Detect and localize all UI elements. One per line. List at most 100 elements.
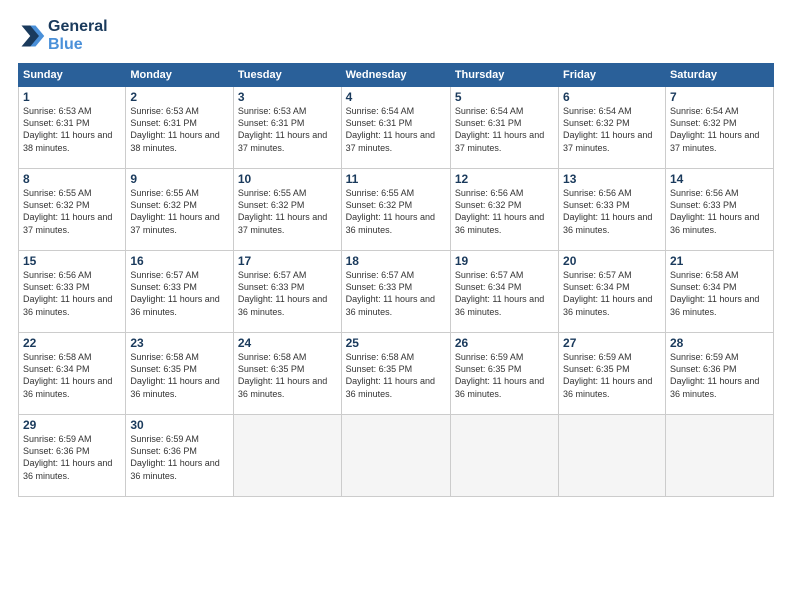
column-header-monday: Monday [126, 64, 234, 87]
day-number: 12 [455, 172, 554, 186]
day-number: 1 [23, 90, 121, 104]
calendar-cell: 12 Sunrise: 6:56 AM Sunset: 6:32 PM Dayl… [450, 169, 558, 251]
calendar-cell [450, 415, 558, 497]
calendar-cell: 11 Sunrise: 6:55 AM Sunset: 6:32 PM Dayl… [341, 169, 450, 251]
logo-icon [18, 22, 46, 50]
day-number: 8 [23, 172, 121, 186]
day-info: Sunrise: 6:54 AM Sunset: 6:31 PM Dayligh… [346, 105, 446, 154]
day-info: Sunrise: 6:55 AM Sunset: 6:32 PM Dayligh… [130, 187, 229, 236]
calendar-cell: 18 Sunrise: 6:57 AM Sunset: 6:33 PM Dayl… [341, 251, 450, 333]
column-header-thursday: Thursday [450, 64, 558, 87]
day-number: 2 [130, 90, 229, 104]
day-number: 21 [670, 254, 769, 268]
calendar-week-5: 29 Sunrise: 6:59 AM Sunset: 6:36 PM Dayl… [19, 415, 774, 497]
day-number: 24 [238, 336, 337, 350]
calendar-cell: 13 Sunrise: 6:56 AM Sunset: 6:33 PM Dayl… [559, 169, 666, 251]
day-info: Sunrise: 6:56 AM Sunset: 6:33 PM Dayligh… [23, 269, 121, 318]
column-header-saturday: Saturday [665, 64, 773, 87]
day-info: Sunrise: 6:56 AM Sunset: 6:33 PM Dayligh… [563, 187, 661, 236]
calendar-table: SundayMondayTuesdayWednesdayThursdayFrid… [18, 63, 774, 497]
day-number: 13 [563, 172, 661, 186]
day-number: 26 [455, 336, 554, 350]
logo: General Blue [18, 18, 108, 53]
day-info: Sunrise: 6:59 AM Sunset: 6:35 PM Dayligh… [563, 351, 661, 400]
logo-blue-text: Blue [48, 36, 108, 54]
day-number: 14 [670, 172, 769, 186]
calendar-cell: 15 Sunrise: 6:56 AM Sunset: 6:33 PM Dayl… [19, 251, 126, 333]
day-info: Sunrise: 6:55 AM Sunset: 6:32 PM Dayligh… [23, 187, 121, 236]
calendar-cell: 23 Sunrise: 6:58 AM Sunset: 6:35 PM Dayl… [126, 333, 234, 415]
day-info: Sunrise: 6:57 AM Sunset: 6:33 PM Dayligh… [238, 269, 337, 318]
day-info: Sunrise: 6:56 AM Sunset: 6:33 PM Dayligh… [670, 187, 769, 236]
calendar-cell: 25 Sunrise: 6:58 AM Sunset: 6:35 PM Dayl… [341, 333, 450, 415]
day-info: Sunrise: 6:53 AM Sunset: 6:31 PM Dayligh… [238, 105, 337, 154]
calendar-cell: 9 Sunrise: 6:55 AM Sunset: 6:32 PM Dayli… [126, 169, 234, 251]
day-info: Sunrise: 6:58 AM Sunset: 6:35 PM Dayligh… [130, 351, 229, 400]
calendar-cell: 20 Sunrise: 6:57 AM Sunset: 6:34 PM Dayl… [559, 251, 666, 333]
calendar-week-3: 15 Sunrise: 6:56 AM Sunset: 6:33 PM Dayl… [19, 251, 774, 333]
calendar-header-row: SundayMondayTuesdayWednesdayThursdayFrid… [19, 64, 774, 87]
day-number: 22 [23, 336, 121, 350]
day-info: Sunrise: 6:53 AM Sunset: 6:31 PM Dayligh… [23, 105, 121, 154]
day-number: 25 [346, 336, 446, 350]
calendar-cell [233, 415, 341, 497]
calendar-cell [665, 415, 773, 497]
day-number: 11 [346, 172, 446, 186]
calendar-cell: 29 Sunrise: 6:59 AM Sunset: 6:36 PM Dayl… [19, 415, 126, 497]
day-number: 7 [670, 90, 769, 104]
day-number: 29 [23, 418, 121, 432]
day-info: Sunrise: 6:58 AM Sunset: 6:34 PM Dayligh… [670, 269, 769, 318]
calendar-cell: 1 Sunrise: 6:53 AM Sunset: 6:31 PM Dayli… [19, 87, 126, 169]
calendar-cell: 4 Sunrise: 6:54 AM Sunset: 6:31 PM Dayli… [341, 87, 450, 169]
calendar-cell: 30 Sunrise: 6:59 AM Sunset: 6:36 PM Dayl… [126, 415, 234, 497]
day-number: 17 [238, 254, 337, 268]
day-number: 6 [563, 90, 661, 104]
calendar-cell: 10 Sunrise: 6:55 AM Sunset: 6:32 PM Dayl… [233, 169, 341, 251]
page-header: General Blue [18, 18, 774, 53]
logo-text: General [48, 18, 108, 36]
day-info: Sunrise: 6:59 AM Sunset: 6:36 PM Dayligh… [670, 351, 769, 400]
day-number: 16 [130, 254, 229, 268]
day-info: Sunrise: 6:54 AM Sunset: 6:31 PM Dayligh… [455, 105, 554, 154]
day-info: Sunrise: 6:59 AM Sunset: 6:35 PM Dayligh… [455, 351, 554, 400]
column-header-sunday: Sunday [19, 64, 126, 87]
day-number: 23 [130, 336, 229, 350]
calendar-cell: 3 Sunrise: 6:53 AM Sunset: 6:31 PM Dayli… [233, 87, 341, 169]
day-info: Sunrise: 6:54 AM Sunset: 6:32 PM Dayligh… [563, 105, 661, 154]
calendar-cell: 14 Sunrise: 6:56 AM Sunset: 6:33 PM Dayl… [665, 169, 773, 251]
calendar-cell: 19 Sunrise: 6:57 AM Sunset: 6:34 PM Dayl… [450, 251, 558, 333]
column-header-tuesday: Tuesday [233, 64, 341, 87]
calendar-cell: 24 Sunrise: 6:58 AM Sunset: 6:35 PM Dayl… [233, 333, 341, 415]
column-header-wednesday: Wednesday [341, 64, 450, 87]
calendar-cell [559, 415, 666, 497]
day-number: 18 [346, 254, 446, 268]
day-number: 10 [238, 172, 337, 186]
calendar-cell: 7 Sunrise: 6:54 AM Sunset: 6:32 PM Dayli… [665, 87, 773, 169]
calendar-week-1: 1 Sunrise: 6:53 AM Sunset: 6:31 PM Dayli… [19, 87, 774, 169]
day-number: 30 [130, 418, 229, 432]
calendar-cell: 5 Sunrise: 6:54 AM Sunset: 6:31 PM Dayli… [450, 87, 558, 169]
calendar-cell: 8 Sunrise: 6:55 AM Sunset: 6:32 PM Dayli… [19, 169, 126, 251]
calendar-cell: 28 Sunrise: 6:59 AM Sunset: 6:36 PM Dayl… [665, 333, 773, 415]
column-header-friday: Friday [559, 64, 666, 87]
day-number: 15 [23, 254, 121, 268]
day-number: 5 [455, 90, 554, 104]
calendar-cell [341, 415, 450, 497]
day-info: Sunrise: 6:54 AM Sunset: 6:32 PM Dayligh… [670, 105, 769, 154]
calendar-cell: 26 Sunrise: 6:59 AM Sunset: 6:35 PM Dayl… [450, 333, 558, 415]
calendar-week-4: 22 Sunrise: 6:58 AM Sunset: 6:34 PM Dayl… [19, 333, 774, 415]
day-info: Sunrise: 6:55 AM Sunset: 6:32 PM Dayligh… [346, 187, 446, 236]
day-info: Sunrise: 6:53 AM Sunset: 6:31 PM Dayligh… [130, 105, 229, 154]
calendar-week-2: 8 Sunrise: 6:55 AM Sunset: 6:32 PM Dayli… [19, 169, 774, 251]
day-info: Sunrise: 6:55 AM Sunset: 6:32 PM Dayligh… [238, 187, 337, 236]
day-number: 20 [563, 254, 661, 268]
day-info: Sunrise: 6:57 AM Sunset: 6:34 PM Dayligh… [563, 269, 661, 318]
day-number: 19 [455, 254, 554, 268]
day-info: Sunrise: 6:58 AM Sunset: 6:34 PM Dayligh… [23, 351, 121, 400]
day-info: Sunrise: 6:58 AM Sunset: 6:35 PM Dayligh… [238, 351, 337, 400]
day-info: Sunrise: 6:57 AM Sunset: 6:34 PM Dayligh… [455, 269, 554, 318]
calendar-cell: 2 Sunrise: 6:53 AM Sunset: 6:31 PM Dayli… [126, 87, 234, 169]
calendar-cell: 17 Sunrise: 6:57 AM Sunset: 6:33 PM Dayl… [233, 251, 341, 333]
day-info: Sunrise: 6:59 AM Sunset: 6:36 PM Dayligh… [23, 433, 121, 482]
day-info: Sunrise: 6:58 AM Sunset: 6:35 PM Dayligh… [346, 351, 446, 400]
